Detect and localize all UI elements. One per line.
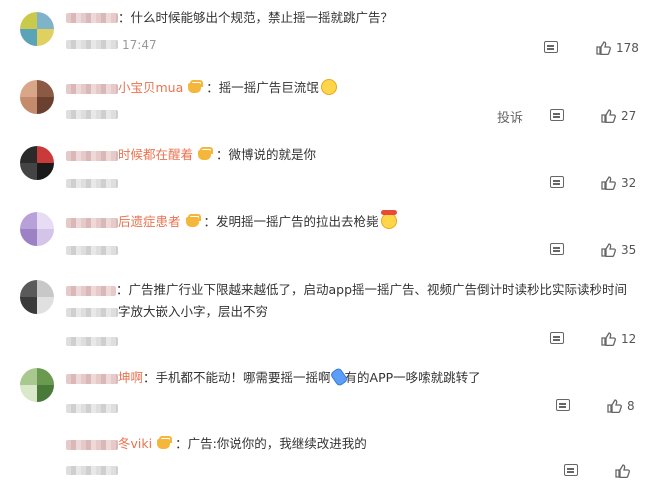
- crown-icon: [184, 214, 201, 228]
- username[interactable]: 后遗症患者: [118, 214, 181, 229]
- comment-text: ：手机都不能动！哪需要摇一摇啊: [143, 370, 331, 385]
- username-blurred[interactable]: [66, 440, 118, 450]
- like-icon[interactable]: [596, 40, 611, 56]
- comment-text: ：什么时候能够出个规范，禁止摇一摇就跳广告？: [118, 10, 394, 25]
- reply-icon[interactable]: [550, 243, 564, 255]
- avatar-tile: [20, 97, 37, 114]
- avatar[interactable]: [20, 12, 54, 46]
- comment-text: ：摇一摇广告巨流氓: [206, 80, 319, 95]
- reply-icon[interactable]: [550, 332, 564, 344]
- comment-line: 后遗症患者 ：发明摇一摇广告的拉出去枪毙: [118, 210, 397, 231]
- username[interactable]: 冬viki: [118, 436, 152, 451]
- like-icon[interactable]: [601, 108, 616, 124]
- avatar-tile: [37, 12, 54, 29]
- avatar[interactable]: [20, 368, 54, 402]
- comment-text: ：广告推广行业下限越来越低了，启动app摇一摇广告、视频广告倒计时读秒比实际读秒…: [116, 282, 628, 297]
- avatar-tile: [20, 212, 37, 229]
- username[interactable]: 小宝贝mua: [118, 80, 183, 95]
- reply-icon[interactable]: [556, 399, 570, 411]
- reply-icon[interactable]: [550, 109, 564, 121]
- meta-blurred: [66, 404, 118, 413]
- crown-icon: [155, 436, 173, 450]
- avatar-tile: [20, 29, 37, 46]
- comment-text-continued: 字放大嵌入小字，层出不穷: [118, 304, 269, 319]
- username[interactable]: 时候都在醒着: [118, 147, 193, 162]
- avatar-tile: [20, 12, 37, 29]
- username-blurred[interactable]: [66, 84, 118, 94]
- avatar-tile: [37, 297, 54, 314]
- angry-emoji-icon: [380, 210, 397, 229]
- comment-text: ：发明摇一摇广告的拉出去枪毙: [203, 214, 379, 229]
- username-blurred[interactable]: [66, 13, 118, 23]
- meta-blurred: [66, 110, 118, 119]
- comment-line: 坤啊：手机都不能动！哪需要摇一摇啊 有的APP一哆嗦就跳转了: [118, 367, 481, 387]
- avatar[interactable]: [20, 146, 54, 180]
- meta-blurred: [66, 337, 118, 346]
- avatar-tile: [20, 163, 37, 180]
- comment-line: 时候都在醒着 ：微博说的就是你: [118, 146, 316, 164]
- avatar[interactable]: [20, 280, 54, 314]
- comment-text: ：微博说的就是你: [216, 147, 317, 162]
- like-count: 8: [627, 399, 635, 413]
- avatar-tile: [37, 385, 54, 402]
- avatar-tile: [20, 297, 37, 314]
- avatar-tile: [37, 229, 54, 246]
- avatar-tile: [20, 229, 37, 246]
- avatar-tile: [20, 368, 37, 385]
- comment-text-after: 有的APP一哆嗦就跳转了: [344, 370, 481, 385]
- meta-blurred: [66, 246, 118, 255]
- reply-icon[interactable]: [544, 41, 558, 53]
- meta-blurred: [66, 40, 118, 49]
- avatar-tile: [37, 368, 54, 385]
- avatar[interactable]: [20, 80, 54, 114]
- avatar-tile: [20, 385, 37, 402]
- like-icon[interactable]: [615, 463, 630, 479]
- username-blurred[interactable]: [66, 151, 118, 161]
- like-count: 35: [621, 243, 637, 257]
- like-count: 178: [616, 41, 639, 55]
- crown-icon: [196, 147, 214, 161]
- report-button[interactable]: 投诉: [497, 107, 523, 126]
- meta-blurred: [66, 179, 118, 188]
- smirk-emoji-icon: [320, 79, 337, 95]
- like-count: 27: [621, 109, 637, 123]
- avatar-tile: [37, 146, 54, 163]
- username-blurred[interactable]: [66, 374, 118, 384]
- crown-icon: [186, 80, 204, 94]
- avatar-tile: [20, 146, 37, 163]
- avatar-tile: [37, 280, 54, 297]
- comment-line: 小宝贝mua ：摇一摇广告巨流氓: [118, 79, 337, 97]
- like-icon[interactable]: [601, 175, 616, 191]
- avatar-tile: [20, 280, 37, 297]
- comment-time: 17:47: [122, 38, 157, 52]
- avatar-tile: [37, 29, 54, 46]
- username-blurred[interactable]: [66, 286, 116, 296]
- username[interactable]: 坤啊: [118, 370, 143, 385]
- avatar-tile: [37, 163, 54, 180]
- reply-icon[interactable]: [564, 464, 578, 476]
- username-blurred[interactable]: [66, 218, 118, 228]
- avatar-tile: [37, 212, 54, 229]
- like-count: 32: [621, 176, 637, 190]
- like-icon[interactable]: [607, 398, 622, 414]
- avatar-tile: [20, 80, 37, 97]
- avatar-tile: [37, 97, 54, 114]
- avatar[interactable]: [20, 212, 54, 246]
- comment-line: 冬viki ：广告:你说你的，我继续改进我的: [118, 435, 367, 453]
- like-count: 12: [621, 332, 637, 346]
- reply-icon[interactable]: [550, 176, 564, 188]
- text-blurred: [66, 308, 118, 317]
- meta-blurred: [66, 466, 118, 475]
- like-icon[interactable]: [601, 331, 616, 347]
- avatar-tile: [37, 80, 54, 97]
- like-icon[interactable]: [601, 242, 616, 258]
- comment-text: ：广告:你说你的，我继续改进我的: [175, 436, 367, 451]
